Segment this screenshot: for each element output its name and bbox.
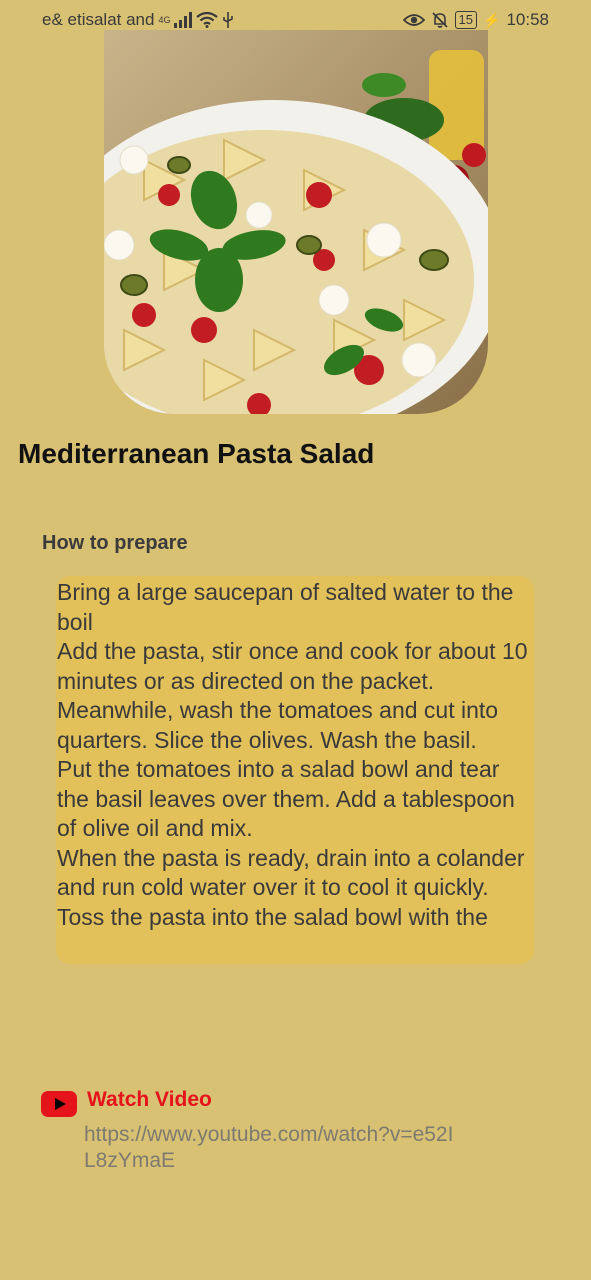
step-6: Toss the pasta into the salad bowl with … bbox=[57, 903, 488, 930]
preparation-steps: Bring a large saucepan of salted water t… bbox=[56, 576, 534, 932]
status-left: e& etisalat and 4G bbox=[42, 10, 234, 30]
mute-bell-icon bbox=[431, 12, 448, 28]
clock: 10:58 bbox=[506, 10, 549, 29]
signal-icon bbox=[174, 12, 193, 28]
youtube-icon[interactable] bbox=[41, 1091, 77, 1117]
battery-level: 15 bbox=[458, 12, 474, 27]
eye-icon bbox=[402, 14, 425, 26]
status-right: 15 ⚡ 10:58 bbox=[402, 10, 549, 30]
step-3: Meanwhile, wash the tomatoes and cut int… bbox=[57, 697, 499, 753]
step-5: When the pasta is ready, drain into a co… bbox=[57, 844, 525, 901]
recipe-image bbox=[104, 30, 488, 414]
step-4: Put the tomatoes into a salad bowl and t… bbox=[57, 756, 515, 841]
preparation-label: How to prepare bbox=[42, 532, 188, 554]
video-url[interactable]: https://www.youtube.com/watch?v=e52IL8zY… bbox=[84, 1122, 464, 1174]
recipe-title: Mediterranean Pasta Salad bbox=[18, 438, 375, 469]
battery-indicator: 15 bbox=[454, 11, 478, 29]
network-type: 4G bbox=[158, 15, 171, 25]
step-2: Add the pasta, stir once and cook for ab… bbox=[57, 638, 528, 694]
watch-video-label[interactable]: Watch Video bbox=[87, 1088, 212, 1112]
carrier-name: e& etisalat and bbox=[42, 10, 155, 29]
preparation-steps-box[interactable]: Bring a large saucepan of salted water t… bbox=[56, 576, 534, 964]
step-1: Bring a large saucepan of salted water t… bbox=[57, 579, 514, 635]
pasta-salad-photo bbox=[104, 30, 488, 414]
charging-icon: ⚡ bbox=[483, 11, 501, 28]
wifi-icon bbox=[196, 12, 219, 28]
usb-icon bbox=[223, 12, 234, 28]
